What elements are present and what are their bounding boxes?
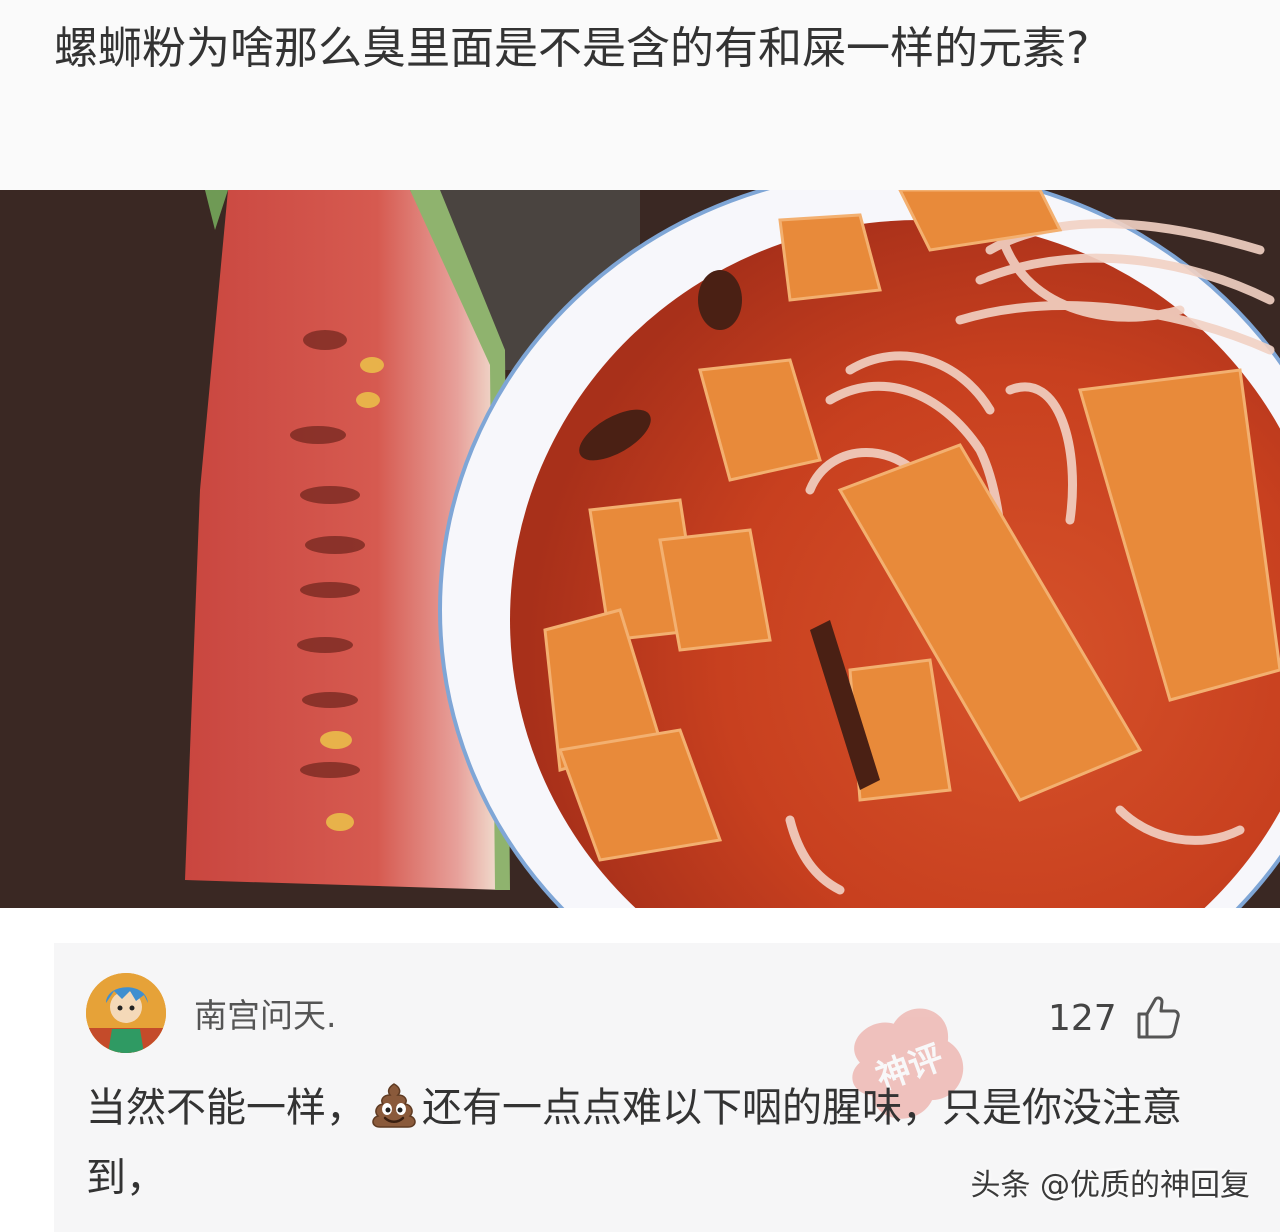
page: 螺蛳粉为啥那么臭里面是不是含的有和屎一样的元素? 南宫问天. 神评 127 当然…	[0, 0, 1280, 1232]
poop-emoji-icon	[372, 1083, 416, 1128]
username[interactable]: 南宫问天.	[194, 996, 337, 1036]
question-header: 螺蛳粉为啥那么臭里面是不是含的有和屎一样的元素?	[0, 0, 1280, 190]
food-photo-illustration	[0, 190, 1280, 908]
like-count: 127	[1048, 998, 1117, 1039]
thumb-up-icon[interactable]	[1134, 993, 1182, 1041]
question-title[interactable]: 螺蛳粉为啥那么臭里面是不是含的有和屎一样的元素?	[54, 14, 1234, 84]
comment-text-part-1: 当然不能一样，	[86, 1085, 366, 1131]
question-photo[interactable]	[0, 190, 1280, 908]
avatar-image	[86, 973, 166, 1053]
watermark: 头条 @优质的神回复	[970, 1168, 1250, 1203]
avatar[interactable]	[86, 973, 166, 1053]
